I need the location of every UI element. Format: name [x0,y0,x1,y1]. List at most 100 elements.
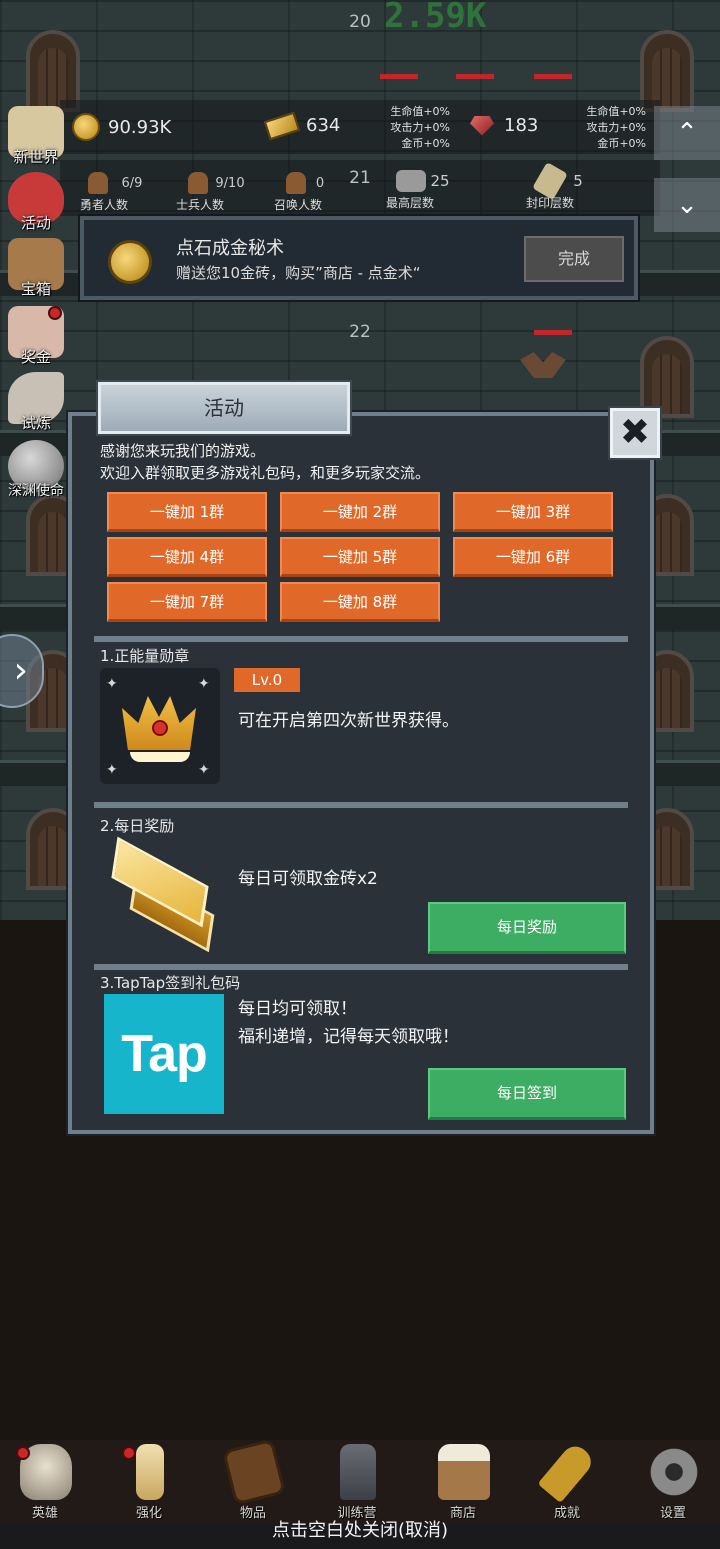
enemy-hp-bar [534,330,572,335]
join-group-7-button[interactable]: 一键加 7群 [107,582,267,622]
join-group-2-button[interactable]: 一键加 2群 [280,492,440,532]
join-group-3-button[interactable]: 一键加 3群 [453,492,613,532]
gear-icon [648,1444,700,1500]
damage-number: 2.59K [384,0,487,36]
beer-mug-icon [438,1444,490,1500]
close-modal-button[interactable]: ✖ [610,408,660,458]
intro-text-2: 欢迎入群领取更多游戏礼包码，和更多玩家交流。 [100,464,431,482]
nav-enhance[interactable]: 强化 [104,1440,194,1524]
scroll-up-button[interactable]: ⌃ [654,106,720,160]
max-floor-label: 最高层数 [385,196,434,210]
gold-coin-icon [108,240,152,284]
join-group-6-button[interactable]: 一键加 6群 [453,537,613,577]
hero-count-label: 勇者人数 [79,198,128,212]
gold-brick-value: 634 [306,115,341,136]
side-menu-chest[interactable]: 宝箱 [2,238,70,304]
close-icon: ✖ [619,412,651,453]
gold-brick-icon [104,836,216,953]
unit-count-bar: 21 6/9 勇者人数 9/10 士兵人数 0 召唤人数 25 最高层数 5 封… [60,160,660,216]
crown-gem-icon [152,720,168,736]
side-menu-label: 新世界 [13,148,59,166]
gold-bonus: 金币+0% [597,137,646,150]
key-icon [537,1440,597,1504]
chevron-down-icon: ⌄ [676,190,698,220]
book-icon [221,1438,287,1506]
notification-dot [122,1446,136,1460]
attack-bonus: 攻击力+0% [390,121,450,134]
gem-icon [470,115,494,136]
medal-section-title: 1.正能量勋章 [100,647,190,665]
section-divider [94,802,628,808]
gold-brick-icon [263,111,301,140]
gold-value: 90.93K [108,116,172,138]
join-group-4-button[interactable]: 一键加 4群 [107,537,267,577]
nav-achievements[interactable]: 成就 [522,1440,612,1524]
join-group-5-button[interactable]: 一键加 5群 [280,537,440,577]
gold-brick-stat: 634 [263,111,341,140]
nav-items[interactable]: 物品 [208,1438,298,1524]
medal-image: ✦ ✦ ✦ ✦ [100,668,220,784]
gold-stat: 90.93K [72,113,171,141]
side-menu-abyss[interactable]: 深渊使命 [2,440,70,506]
gold-bonus: 金币+0% [401,137,450,150]
nav-shop[interactable]: 商店 [418,1440,508,1524]
chevron-up-icon: ⌃ [676,118,698,148]
nav-training-camp[interactable]: 训练营 [312,1440,402,1524]
notification-dot [48,306,62,320]
side-menu-label: 奖金 [20,348,51,366]
bat-enemy [520,352,566,378]
gem-stat: 183 [470,115,538,136]
nav-heroes[interactable]: 英雄 [0,1440,90,1524]
daily-reward-button[interactable]: 每日奖励 [428,902,626,954]
sparkle-icon: ✦ [198,762,210,778]
enemy-hp-bar [534,74,572,79]
quest-complete-button[interactable]: 完成 [524,236,624,282]
soldier-count-label: 士兵人数 [175,198,224,212]
side-menu-bonus[interactable]: 奖金 [2,306,70,372]
hero-count: 6/9 [121,176,143,191]
sparkle-icon: ✦ [106,762,118,778]
daily-checkin-button[interactable]: 每日签到 [428,1068,626,1120]
nav-settings[interactable]: 设置 [628,1440,718,1524]
bonus-list-right: 生命值+0% 攻击力+0% 金币+0% [576,104,646,152]
medal-description: 可在开启第四次新世界获得。 [238,711,459,731]
section-divider [94,636,628,642]
modal-title: 活动 [98,382,350,434]
door [640,336,694,418]
scroll-down-button[interactable]: ⌄ [654,178,720,232]
side-menu-trial[interactable]: 试炼 [2,372,70,438]
quest-panel: 点石成金秘术 赠送您10金砖，购买”商店 - 点金术“ 完成 [80,216,638,300]
gem-value: 183 [504,115,539,136]
medal-level-badge: Lv.0 [234,668,300,692]
sealed-floor-label: 封印层数 [525,196,574,210]
crown-base [130,752,190,762]
side-menu-label: 深渊使命 [8,483,64,499]
daily-reward-description: 每日可领取金砖x2 [238,869,378,889]
sparkle-icon: ✦ [198,676,210,692]
notification-dot [16,1446,30,1460]
taptap-section-title: 3.TapTap签到礼包码 [100,974,241,992]
hp-bonus: 生命值+0% [390,105,450,118]
bonus-list-left: 生命值+0% 攻击力+0% 金币+0% [380,104,450,152]
side-menu-label: 宝箱 [20,280,51,298]
side-menu-label: 活动 [20,214,51,232]
candle-icon [136,1444,164,1500]
close-hint-text: 点击空白处关闭(取消) [271,1520,449,1541]
quest-title: 点石成金秘术 [176,238,284,259]
bottom-navigation: 英雄 强化 物品 训练营 商店 成就 设置 [0,1438,720,1524]
daily-reward-section-title: 2.每日奖励 [100,817,175,835]
taptap-logo: Tap [104,994,224,1114]
summon-count-label: 召唤人数 [273,198,322,212]
summon-count: 0 [315,176,325,191]
join-group-8-button[interactable]: 一键加 8群 [280,582,440,622]
join-group-1-button[interactable]: 一键加 1群 [107,492,267,532]
side-menu-events[interactable]: 活动 [2,172,70,238]
resource-bar: 90.93K 634 生命值+0% 攻击力+0% 金币+0% 183 生命值+0… [60,100,660,154]
sparkle-icon: ✦ [106,676,118,692]
side-menu-new-world[interactable]: 新世界 [2,106,70,172]
intro-text-1: 感谢您来玩我们的游戏。 [100,442,266,460]
quest-description: 赠送您10金砖，购买”商店 - 点金术“ [176,264,421,282]
side-menu-label: 试炼 [20,414,51,432]
lantern-icon [340,1444,376,1500]
gold-coin-icon [72,113,100,141]
